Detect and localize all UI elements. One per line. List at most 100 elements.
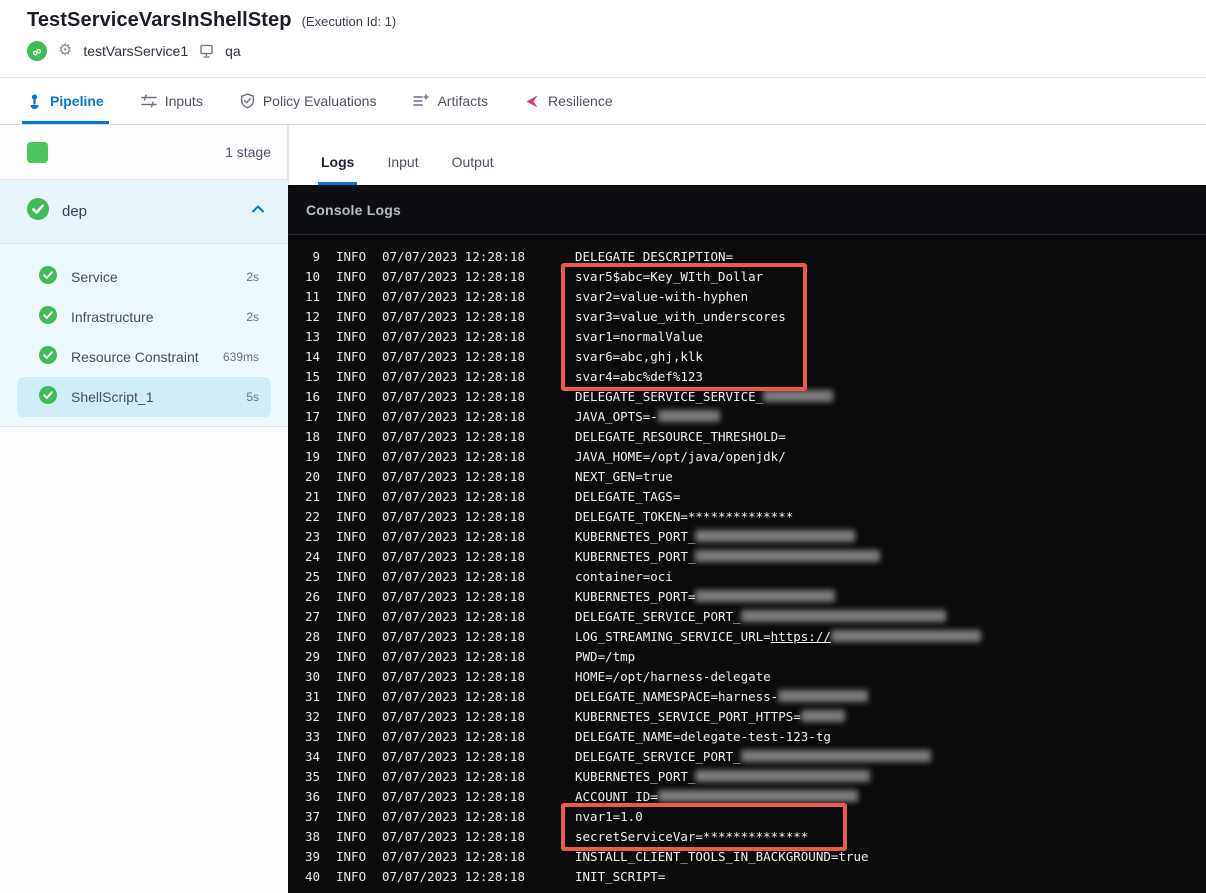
log-level: INFO bbox=[336, 569, 367, 584]
tab-inputs[interactable]: Inputs bbox=[140, 78, 203, 124]
chevron-up-icon[interactable] bbox=[250, 202, 266, 221]
log-timestamp: 07/07/2023 12:28:18 bbox=[382, 429, 525, 444]
log-line-number: 20 bbox=[304, 469, 320, 484]
check-circle-icon bbox=[39, 345, 57, 369]
log-line-number: 28 bbox=[304, 629, 320, 644]
log-line-28: 28 INFO 07/07/2023 12:28:18 LOG_STREAMING_S… bbox=[288, 627, 1206, 647]
log-line-number: 32 bbox=[304, 709, 320, 724]
tab-resilience[interactable]: Resilience bbox=[525, 78, 613, 124]
log-tab-output[interactable]: Output bbox=[449, 154, 497, 185]
log-level: INFO bbox=[336, 529, 367, 544]
log-message: nvar1=1.0 bbox=[575, 809, 643, 824]
sidebar-item-service[interactable]: Service 2s bbox=[17, 257, 271, 297]
log-tab-input[interactable]: Input bbox=[384, 154, 421, 185]
log-line-number: 18 bbox=[304, 429, 320, 444]
log-level: INFO bbox=[336, 689, 367, 704]
log-line-number: 34 bbox=[304, 749, 320, 764]
log-line-number: 13 bbox=[304, 329, 320, 344]
log-timestamp: 07/07/2023 12:28:18 bbox=[382, 709, 525, 724]
log-line-number: 24 bbox=[304, 549, 320, 564]
tab-artifacts[interactable]: Artifacts bbox=[413, 78, 488, 124]
log-line-17: 17 INFO 07/07/2023 12:28:18 JAVA_OPTS=- bbox=[288, 407, 1206, 427]
log-line-number: 40 bbox=[304, 869, 320, 884]
step-label: ShellScript_1 bbox=[71, 389, 154, 405]
page-title: TestServiceVarsInShellStep bbox=[27, 9, 292, 31]
log-line-38: 38 INFO 07/07/2023 12:28:18 secretServiceVa… bbox=[288, 827, 1206, 847]
log-level: INFO bbox=[336, 769, 367, 784]
page-header: TestServiceVarsInShellStep (Execution Id… bbox=[0, 0, 1206, 78]
log-message: svar1=normalValue bbox=[575, 329, 703, 344]
log-timestamp: 07/07/2023 12:28:18 bbox=[382, 809, 525, 824]
stage-group-dep[interactable]: dep bbox=[0, 180, 288, 244]
log-line-number: 23 bbox=[304, 529, 320, 544]
log-line-14: 14 INFO 07/07/2023 12:28:18 svar6=abc,ghj,k… bbox=[288, 347, 1206, 367]
log-line-29: 29 INFO 07/07/2023 12:28:18 PWD=/tmp bbox=[288, 647, 1206, 667]
log-timestamp: 07/07/2023 12:28:18 bbox=[382, 349, 525, 364]
stage-swatch[interactable] bbox=[27, 141, 48, 163]
log-link[interactable]: https:// bbox=[771, 629, 831, 644]
log-message: DELEGATE_TAGS= bbox=[575, 489, 681, 504]
sidebar-item-infrastructure[interactable]: Infrastructure 2s bbox=[17, 297, 271, 337]
log-line-25: 25 INFO 07/07/2023 12:28:18 container=oci bbox=[288, 567, 1206, 587]
log-message: DELEGATE_TOKEN=************** bbox=[575, 509, 794, 524]
log-message: KUBERNETES_PORT_ bbox=[575, 527, 856, 547]
log-line-24: 24 INFO 07/07/2023 12:28:18 KUBERNETES_PORT… bbox=[288, 547, 1206, 567]
body: 1 stage dep Service 2s Infrastructure 2s bbox=[0, 125, 1206, 893]
log-level: INFO bbox=[336, 849, 367, 864]
step-label: Infrastructure bbox=[71, 309, 154, 325]
step-duration: 639ms bbox=[222, 350, 259, 364]
log-level: INFO bbox=[336, 549, 367, 564]
log-line-20: 20 INFO 07/07/2023 12:28:18 NEXT_GEN=true bbox=[288, 467, 1206, 487]
log-level: INFO bbox=[336, 349, 367, 364]
tab-label: Artifacts bbox=[437, 93, 489, 109]
artifacts-icon bbox=[413, 94, 430, 108]
check-circle-icon bbox=[39, 385, 57, 409]
console-title: Console Logs bbox=[306, 201, 401, 218]
log-line-number: 15 bbox=[304, 369, 320, 384]
log-message: DELEGATE_NAME=delegate-test-123-tg bbox=[575, 729, 831, 744]
redacted-text bbox=[763, 390, 834, 402]
check-circle-icon bbox=[39, 305, 57, 329]
log-line-36: 36 INFO 07/07/2023 12:28:18 ACCOUNT_ID= bbox=[288, 787, 1206, 807]
log-level: INFO bbox=[336, 809, 367, 824]
log-timestamp: 07/07/2023 12:28:18 bbox=[382, 389, 525, 404]
redacted-text bbox=[830, 630, 981, 642]
sidebar-item-resource-constraint[interactable]: Resource Constraint 639ms bbox=[17, 337, 271, 377]
log-level: INFO bbox=[336, 589, 367, 604]
log-line-23: 23 INFO 07/07/2023 12:28:18 KUBERNETES_PORT… bbox=[288, 527, 1206, 547]
stage-group-label: dep bbox=[62, 203, 88, 220]
tab-label: Resilience bbox=[548, 93, 613, 109]
log-message: JAVA_HOME=/opt/java/openjdk/ bbox=[575, 449, 786, 464]
log-message: KUBERNETES_SERVICE_PORT_HTTPS= bbox=[575, 707, 845, 727]
log-line-number: 21 bbox=[304, 489, 320, 504]
log-message: INSTALL_CLIENT_TOOLS_IN_BACKGROUND=true bbox=[575, 849, 869, 864]
redacted-text bbox=[695, 530, 856, 542]
redacted-text bbox=[695, 770, 871, 782]
log-timestamp: 07/07/2023 12:28:18 bbox=[382, 309, 525, 324]
log-message: svar5$abc=Key_WIth_Dollar bbox=[575, 269, 764, 284]
redacted-text bbox=[657, 790, 858, 802]
console-log-area[interactable]: 9 INFO 07/07/2023 12:28:18 DELEGATE_DESCRIP… bbox=[288, 235, 1206, 887]
log-message: INIT_SCRIPT= bbox=[575, 869, 666, 884]
log-line-number: 10 bbox=[304, 269, 320, 284]
log-timestamp: 07/07/2023 12:28:18 bbox=[382, 369, 525, 384]
inputs-icon bbox=[140, 94, 157, 108]
title-row: TestServiceVarsInShellStep (Execution Id… bbox=[27, 9, 1206, 32]
tab-label: Inputs bbox=[164, 93, 203, 109]
log-tab-logs[interactable]: Logs bbox=[318, 154, 358, 185]
stage-header: 1 stage bbox=[0, 125, 288, 180]
log-message: svar6=abc,ghj,klk bbox=[575, 349, 703, 364]
log-line-number: 30 bbox=[304, 669, 320, 684]
log-message: DELEGATE_RESOURCE_THRESHOLD= bbox=[575, 429, 786, 444]
log-level: INFO bbox=[336, 669, 367, 684]
log-line-11: 11 INFO 07/07/2023 12:28:18 svar2=value-wit… bbox=[288, 287, 1206, 307]
redacted-text bbox=[695, 590, 836, 602]
log-message: secretServiceVar=************** bbox=[575, 829, 809, 844]
log-line-13: 13 INFO 07/07/2023 12:28:18 svar1=normalVal… bbox=[288, 327, 1206, 347]
log-timestamp: 07/07/2023 12:28:18 bbox=[382, 509, 525, 524]
redacted-text bbox=[695, 550, 881, 562]
log-level: INFO bbox=[336, 409, 367, 424]
tab-policy-evaluations[interactable]: Policy Evaluations bbox=[240, 78, 376, 124]
tab-pipeline[interactable]: Pipeline bbox=[22, 78, 109, 124]
sidebar-item-shellscript-1[interactable]: ShellScript_1 5s bbox=[17, 377, 271, 417]
